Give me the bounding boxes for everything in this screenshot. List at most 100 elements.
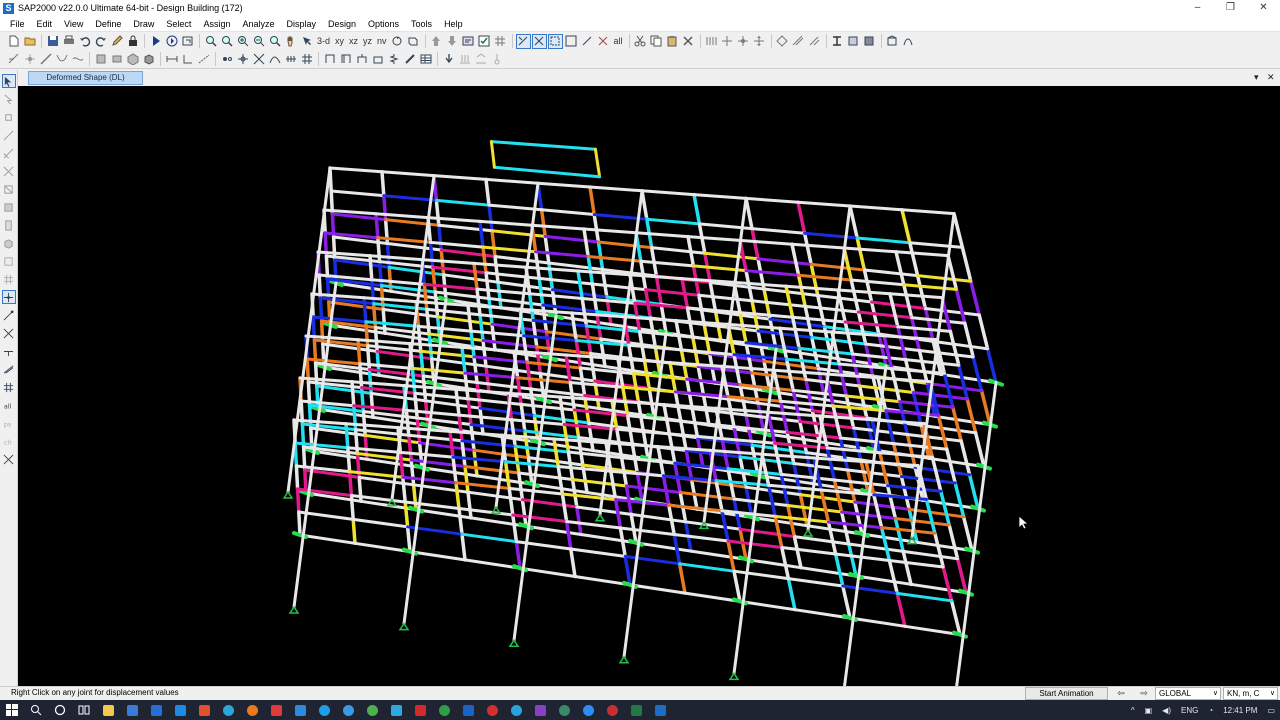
frame-girder[interactable]	[844, 394, 902, 404]
frame-beam[interactable]	[941, 565, 954, 603]
frame-beam[interactable]	[971, 355, 984, 393]
draw-tendon-icon[interactable]	[70, 52, 85, 67]
snap-ends-icon[interactable]	[2, 308, 16, 322]
frame-girder[interactable]	[524, 524, 583, 536]
frame-girder[interactable]	[784, 284, 840, 292]
frame-girder[interactable]	[798, 493, 857, 504]
frame-girder[interactable]	[628, 273, 684, 281]
frame-beam[interactable]	[368, 254, 374, 282]
frame-girder[interactable]	[420, 466, 479, 478]
frame-beam[interactable]	[618, 526, 627, 559]
excel-icon[interactable]	[624, 700, 648, 720]
frame-beam[interactable]	[484, 364, 491, 394]
frame-beam[interactable]	[802, 231, 813, 267]
frame-girder[interactable]	[428, 240, 485, 249]
frame-beam[interactable]	[521, 334, 529, 365]
frame-beam[interactable]	[839, 510, 851, 546]
frame-girder[interactable]	[798, 420, 856, 430]
frame-node[interactable]	[414, 463, 430, 472]
frame-beam[interactable]	[798, 419, 809, 455]
frame-beam[interactable]	[887, 558, 899, 596]
draw-frame-icon[interactable]	[38, 52, 53, 67]
frame-girder[interactable]	[432, 174, 488, 181]
frame-girder[interactable]	[582, 227, 638, 235]
frame-beam[interactable]	[792, 461, 803, 497]
frame-beam[interactable]	[352, 403, 358, 432]
frame-girder[interactable]	[849, 278, 906, 287]
frame-girder[interactable]	[908, 241, 964, 249]
zoom-full-icon[interactable]	[267, 34, 282, 49]
frame-beam[interactable]	[869, 300, 881, 336]
frame-girder[interactable]	[484, 271, 541, 280]
draw-dimension-icon[interactable]	[164, 52, 179, 67]
chevron-up-icon[interactable]: ^	[1131, 706, 1135, 715]
office-icon[interactable]	[192, 700, 216, 720]
frame-beam[interactable]	[790, 242, 801, 278]
frame-beam[interactable]	[985, 347, 998, 385]
pinned-support-icon[interactable]	[618, 655, 630, 664]
save-icon[interactable]	[45, 34, 60, 49]
frame-girder[interactable]	[902, 283, 958, 291]
menu-help[interactable]: Help	[438, 19, 469, 29]
frame-girder[interactable]	[858, 384, 915, 394]
frame-girder[interactable]	[437, 223, 494, 233]
network-icon[interactable]: ▣	[1145, 706, 1153, 715]
draw-poly-area-icon[interactable]	[2, 182, 16, 196]
cut-icon[interactable]	[633, 34, 648, 49]
frame-girder[interactable]	[797, 273, 853, 282]
frame-girder[interactable]	[416, 324, 473, 333]
frame-beam[interactable]	[893, 516, 905, 554]
frame-girder[interactable]	[596, 240, 654, 250]
frame-beam[interactable]	[803, 304, 814, 340]
frame-girder[interactable]	[848, 616, 907, 628]
pinned-support-icon[interactable]	[288, 605, 300, 614]
task-view-icon[interactable]	[72, 700, 96, 720]
draw-joint-icon[interactable]	[2, 110, 16, 124]
frame-girder[interactable]	[407, 433, 464, 443]
frame-girder[interactable]	[517, 471, 575, 481]
frame-girder[interactable]	[684, 520, 742, 531]
check-box-icon[interactable]	[477, 34, 492, 49]
frame-girder[interactable]	[864, 342, 921, 352]
frame-girder[interactable]	[430, 357, 488, 368]
frame-beam[interactable]	[374, 212, 380, 240]
frame-beam[interactable]	[590, 282, 599, 314]
frame-beam[interactable]	[297, 510, 302, 537]
select-intersect-icon[interactable]	[531, 33, 547, 49]
draw-reference-point-icon[interactable]	[180, 52, 195, 67]
frame-beam[interactable]	[475, 380, 482, 410]
frame-girder[interactable]	[472, 355, 529, 364]
frame-beam[interactable]	[569, 547, 577, 579]
frame-girder[interactable]	[900, 208, 956, 216]
frame-beam[interactable]	[917, 348, 929, 386]
snap-fine-grid-icon[interactable]	[299, 52, 314, 67]
frame-girder[interactable]	[913, 465, 972, 477]
frame-beam[interactable]	[376, 235, 382, 264]
redo-icon[interactable]	[93, 34, 108, 49]
frame-girder[interactable]	[790, 242, 846, 250]
frame-beam[interactable]	[568, 380, 577, 412]
frame-beam[interactable]	[613, 497, 623, 530]
run-now-icon[interactable]	[164, 34, 179, 49]
frame-girder[interactable]	[899, 475, 957, 485]
frame-beam[interactable]	[732, 569, 742, 604]
frame-beam[interactable]	[407, 433, 413, 462]
assign-link-icon[interactable]	[402, 52, 417, 67]
frame-beam[interactable]	[936, 413, 949, 451]
frame-girder[interactable]	[401, 475, 458, 485]
next-step-icon[interactable]: ⇨	[1136, 687, 1152, 700]
frame-girder[interactable]	[726, 539, 784, 549]
frame-girder[interactable]	[805, 524, 864, 536]
snap-perpendicular-left-icon[interactable]	[2, 344, 16, 358]
telegram-icon[interactable]	[504, 700, 528, 720]
frame-beam[interactable]	[463, 464, 470, 494]
frame-girder[interactable]	[809, 262, 866, 272]
frame-beam[interactable]	[872, 492, 884, 530]
frame-girder[interactable]	[910, 316, 967, 325]
frame-beam[interactable]	[556, 464, 565, 496]
frame-beam[interactable]	[979, 389, 992, 427]
assign-area-section-icon[interactable]	[370, 52, 385, 67]
frame-beam[interactable]	[466, 490, 473, 520]
frame-girder[interactable]	[854, 574, 913, 586]
draw-special-joint-icon[interactable]	[22, 52, 37, 67]
